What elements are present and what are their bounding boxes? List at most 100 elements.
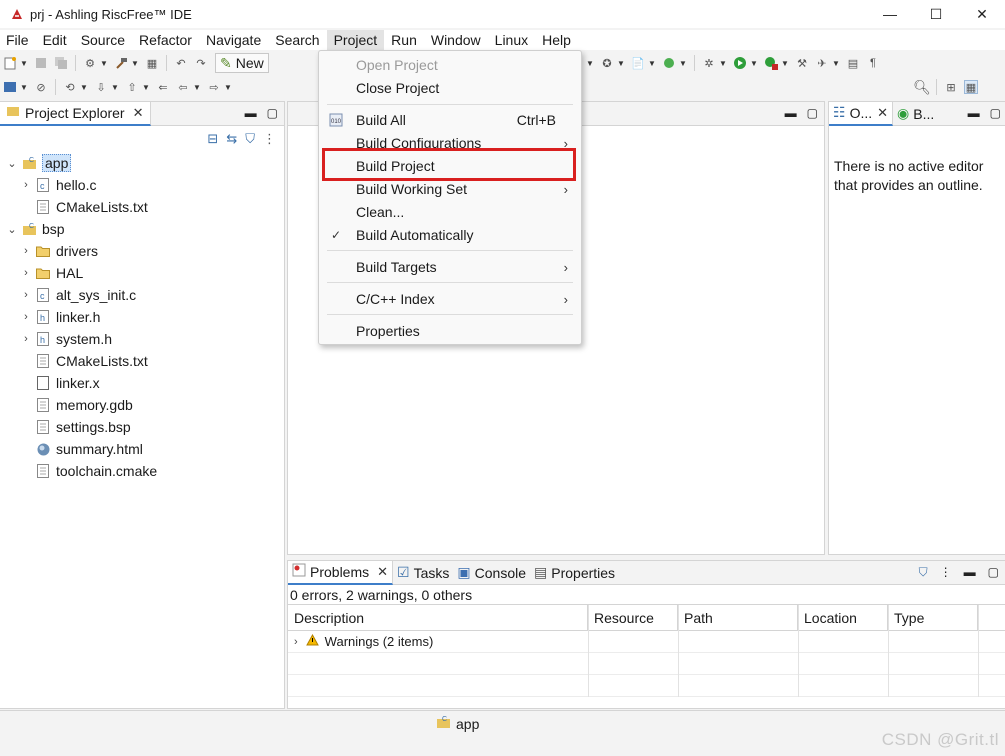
tree-item[interactable]: › h system.h [0, 328, 284, 350]
column-path[interactable]: Path [678, 605, 798, 631]
new-c-file-icon[interactable]: 📄 [631, 56, 645, 70]
tree-item[interactable]: toolchain.cmake [0, 460, 284, 482]
expand-chevron-icon[interactable]: ⌄ [6, 223, 18, 236]
collapse-chevron-icon[interactable]: › [20, 311, 32, 323]
menu-edit[interactable]: Edit [36, 30, 74, 50]
open-type-icon[interactable]: ✪ [600, 56, 614, 70]
new-button[interactable]: ✎ New [215, 53, 269, 73]
filter-icon[interactable]: ⛉ [919, 565, 928, 580]
save-icon[interactable] [34, 56, 48, 70]
save-all-icon[interactable] [54, 56, 68, 70]
tab-tasks[interactable]: ☑ Tasks [393, 561, 453, 585]
tree-item[interactable]: ⌄ Capp [0, 152, 284, 174]
chevron-down-icon[interactable]: ▼ [719, 56, 727, 70]
settings-gear-icon[interactable]: ⚙ [83, 56, 97, 70]
console-icon[interactable] [3, 80, 17, 94]
debug-bug-icon[interactable]: ✲ [702, 56, 716, 70]
chevron-down-icon[interactable]: ▼ [679, 56, 687, 70]
chevron-down-icon[interactable]: ▼ [142, 80, 150, 94]
close-window-button[interactable]: ✕ [959, 0, 1005, 28]
tree-item[interactable]: CMakeLists.txt [0, 350, 284, 372]
tree-item[interactable]: › c hello.c [0, 174, 284, 196]
skip-breakpoints-icon[interactable]: ⊘ [34, 80, 48, 94]
tools-icon[interactable]: ⚒ [795, 56, 809, 70]
run-external-icon[interactable] [764, 56, 778, 70]
run-icon[interactable] [733, 56, 747, 70]
tab-outline[interactable]: ☷ O... ✕ [829, 101, 894, 126]
column-description[interactable]: Description [288, 605, 588, 631]
chevron-down-icon[interactable]: ▼ [617, 56, 625, 70]
tab-problems[interactable]: Problems ✕ [288, 560, 394, 585]
tab-console[interactable]: ▣ Console [453, 561, 530, 585]
link-with-editor-icon[interactable]: ⇆ [226, 131, 237, 147]
redo-icon[interactable]: ↷ [194, 56, 208, 70]
undo-icon[interactable]: ↶ [174, 56, 188, 70]
menu-source[interactable]: Source [74, 30, 132, 50]
collapse-all-icon[interactable]: ⊟ [207, 131, 218, 147]
view-menu-icon[interactable]: ⋮ [940, 565, 952, 580]
new-wizard-icon[interactable] [3, 56, 17, 70]
forward-icon[interactable]: ⇨ [207, 80, 221, 94]
table-row[interactable]: › Warnings (2 items) [288, 631, 1005, 653]
refresh-icon[interactable]: ⟲ [63, 80, 77, 94]
chevron-down-icon[interactable]: ▼ [224, 80, 232, 94]
tree-item[interactable]: memory.gdb [0, 394, 284, 416]
minimize-view-icon[interactable]: ▬ [964, 565, 976, 580]
tree-item[interactable]: CMakeLists.txt [0, 196, 284, 218]
collapse-chevron-icon[interactable]: › [20, 267, 32, 279]
menu-refactor[interactable]: Refactor [132, 30, 199, 50]
tree-item[interactable]: summary.html [0, 438, 284, 460]
menu-help[interactable]: Help [535, 30, 578, 50]
collapse-chevron-icon[interactable]: › [20, 333, 32, 345]
close-icon[interactable]: ✕ [877, 105, 888, 121]
menu-item-build-targets[interactable]: Build Targets › [319, 256, 581, 278]
toggle-view-icon[interactable]: ▤ [846, 56, 860, 70]
view-menu-icon[interactable]: ⋮ [263, 131, 276, 147]
column-resource[interactable]: Resource [588, 605, 678, 631]
column-location[interactable]: Location [798, 605, 888, 631]
menu-item-close-project[interactable]: Close Project [319, 77, 581, 99]
menu-item-build-automatically[interactable]: ✓ Build Automatically [319, 224, 581, 246]
chevron-down-icon[interactable]: ▼ [100, 56, 108, 70]
column-type[interactable]: Type [888, 605, 978, 631]
menu-file[interactable]: File [0, 30, 36, 50]
search-rocket-icon[interactable]: ✈ [815, 56, 829, 70]
back-icon[interactable]: ⇦ [176, 80, 190, 94]
tree-item[interactable]: › c alt_sys_init.c [0, 284, 284, 306]
menu-search[interactable]: Search [268, 30, 326, 50]
minimize-view-icon[interactable]: ▬ [785, 106, 797, 120]
chevron-down-icon[interactable]: ▼ [20, 56, 28, 70]
tree-item[interactable]: linker.x [0, 372, 284, 394]
maximize-view-icon[interactable]: ▢ [807, 106, 818, 120]
menu-item-c-c-index[interactable]: C/C++ Index › [319, 288, 581, 310]
menu-window[interactable]: Window [424, 30, 488, 50]
new-class-icon[interactable] [662, 56, 676, 70]
chevron-down-icon[interactable]: ▼ [80, 80, 88, 94]
next-annotation-icon[interactable]: ⇩ [94, 80, 108, 94]
maximize-button[interactable]: ☐ [913, 0, 959, 28]
menu-navigate[interactable]: Navigate [199, 30, 268, 50]
tree-item[interactable]: ⌄ Cbsp [0, 218, 284, 240]
tab-properties[interactable]: ▤ Properties [530, 561, 619, 585]
menu-linux[interactable]: Linux [488, 30, 535, 50]
chevron-down-icon[interactable]: ▼ [586, 56, 594, 70]
expand-chevron-icon[interactable]: ⌄ [6, 157, 18, 170]
menu-item-build-all[interactable]: 010 Build All Ctrl+B [319, 109, 581, 131]
binary-icon[interactable]: ▦ [145, 56, 159, 70]
minimize-view-icon[interactable]: ▬ [245, 106, 257, 120]
collapse-chevron-icon[interactable]: › [20, 245, 32, 257]
menu-item-build-working-set[interactable]: Build Working Set › [319, 178, 581, 200]
expand-chevron-icon[interactable]: › [294, 636, 298, 648]
c-perspective-icon[interactable]: ▦ [964, 80, 978, 94]
filter-icon[interactable]: ⛉ [245, 131, 255, 147]
close-icon[interactable]: ✕ [133, 105, 144, 121]
tree-item[interactable]: › drivers [0, 240, 284, 262]
show-whitespace-icon[interactable]: ¶ [866, 56, 880, 70]
chevron-down-icon[interactable]: ▼ [131, 56, 139, 70]
prev-annotation-icon[interactable]: ⇧ [125, 80, 139, 94]
minimize-view-icon[interactable]: ▬ [968, 106, 980, 120]
chevron-down-icon[interactable]: ▼ [20, 80, 28, 94]
chevron-down-icon[interactable]: ▼ [111, 80, 119, 94]
menu-run[interactable]: Run [384, 30, 424, 50]
tree-item[interactable]: › h linker.h [0, 306, 284, 328]
